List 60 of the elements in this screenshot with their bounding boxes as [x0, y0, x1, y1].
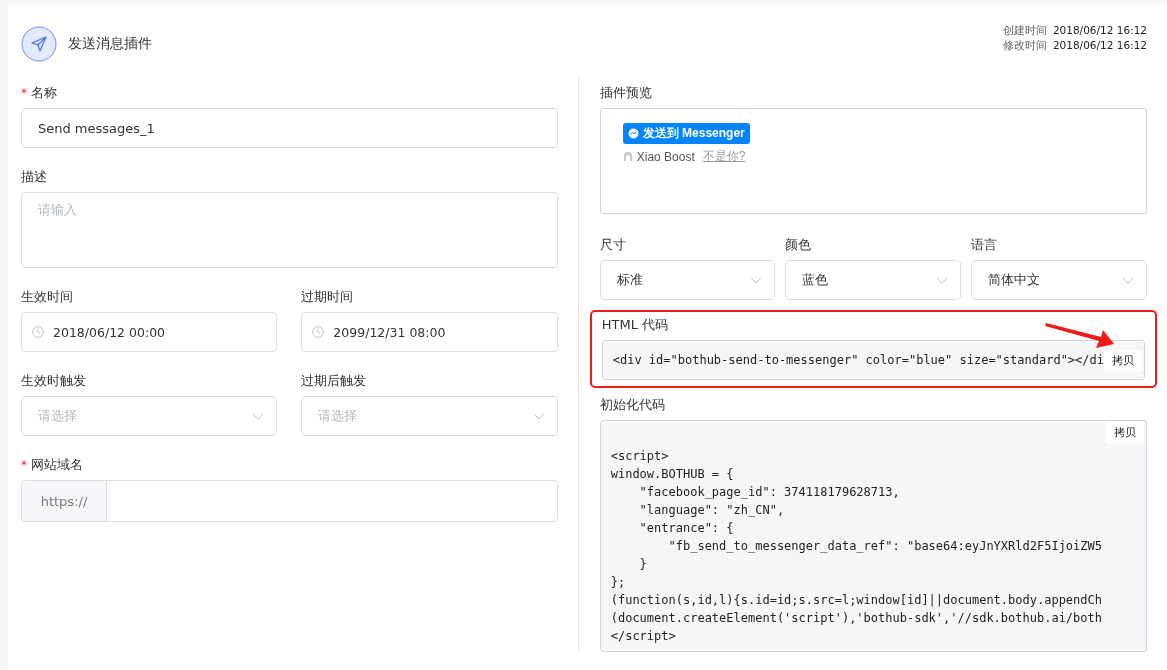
- chevron-down-icon: [532, 412, 545, 420]
- code-line: (document.createElement('script'),'bothub-sdk','//sdk.bothub.ai/both: [610, 610, 1103, 627]
- copy-button[interactable]: 拷贝: [1104, 349, 1142, 371]
- code-line: (function(s,id,l){s.id=id;s.src=l;window[id]||document.body.appendCh: [610, 592, 1103, 609]
- option-select[interactable]: 蓝色: [785, 260, 962, 300]
- code-line: <script>: [610, 448, 670, 465]
- chevron-down-icon: [750, 276, 763, 284]
- select-value: 蓝色: [802, 271, 829, 289]
- html-code-text: <div id="bothub-send-to-messenger" color="blue" size="standard"></di: [612, 353, 1104, 367]
- date-value: 2099/12/31 08:00: [333, 324, 446, 340]
- field-label: 生效时触发: [21, 371, 86, 390]
- pointer-arrow: [1043, 322, 1115, 350]
- required-mark: *: [21, 85, 27, 100]
- option-select[interactable]: 标准: [599, 260, 776, 300]
- code-line: "entrance": {: [638, 520, 735, 537]
- preview-label: 插件预览: [599, 83, 652, 102]
- html-code-label: HTML 代码: [601, 315, 669, 334]
- field-label: 描述: [21, 167, 47, 186]
- code-line: "fb_send_to_messenger_data_ref": "base64:eyJnYXRld2F5IjoiZW5: [667, 538, 1103, 555]
- code-line: }: [638, 556, 648, 573]
- modified-time: 2018/06/12 16:12: [1052, 38, 1147, 53]
- chevron-down-icon: [1122, 276, 1134, 284]
- select-placeholder: 请选择: [38, 407, 77, 425]
- init-code-label: 初始化代码: [599, 395, 665, 414]
- date-picker[interactable]: 2018/06/12 00:00: [21, 312, 278, 352]
- code-line: </script>: [610, 628, 677, 645]
- chevron-down-icon: [252, 412, 265, 420]
- paper-plane-icon: [21, 26, 57, 62]
- code-line: "language": "zh_CN",: [638, 502, 786, 519]
- field-label: 过期后触发: [301, 371, 367, 390]
- field-label: 网站域名: [31, 455, 83, 474]
- field-label: 生效时间: [21, 287, 73, 306]
- chevron-down-icon: [936, 276, 949, 284]
- option-label: 颜色: [785, 235, 812, 254]
- select-placeholder: 请选择: [318, 407, 358, 425]
- select-value: 标准: [616, 271, 643, 289]
- code-line: "facebook_page_id": 374118179628713,: [638, 484, 901, 501]
- required-mark: *: [21, 457, 27, 472]
- modified-label: 修改时间: [1002, 38, 1047, 53]
- option-label: 语言: [971, 235, 998, 254]
- option-label: 尺寸: [599, 235, 626, 254]
- field-label: 名称: [31, 83, 57, 102]
- date-value: 2018/06/12 00:00: [53, 324, 166, 340]
- copy-button[interactable]: 拷贝: [1106, 422, 1144, 443]
- user-avatar-icon: [622, 151, 633, 162]
- clock-icon: [32, 326, 44, 338]
- code-line: };: [610, 574, 627, 591]
- name-input[interactable]: Send messages_1: [21, 108, 558, 148]
- plugin-title: 发送消息插件: [68, 35, 152, 53]
- select-value: 简体中文: [988, 271, 1041, 289]
- send-to-messenger-button[interactable]: 发送到 Messenger: [622, 123, 750, 144]
- created-label: 创建时间: [1002, 23, 1047, 38]
- user-name: Xiao Boost: [636, 149, 695, 164]
- code-line: window.BOTHUB = {: [610, 466, 735, 483]
- created-time: 2018/06/12 16:12: [1052, 23, 1147, 38]
- messenger-icon: [627, 128, 639, 139]
- field-label: 过期时间: [301, 287, 354, 306]
- option-select[interactable]: 简体中文: [971, 260, 1147, 300]
- clock-icon: [312, 326, 325, 338]
- date-picker[interactable]: 2099/12/31 08:00: [301, 312, 558, 352]
